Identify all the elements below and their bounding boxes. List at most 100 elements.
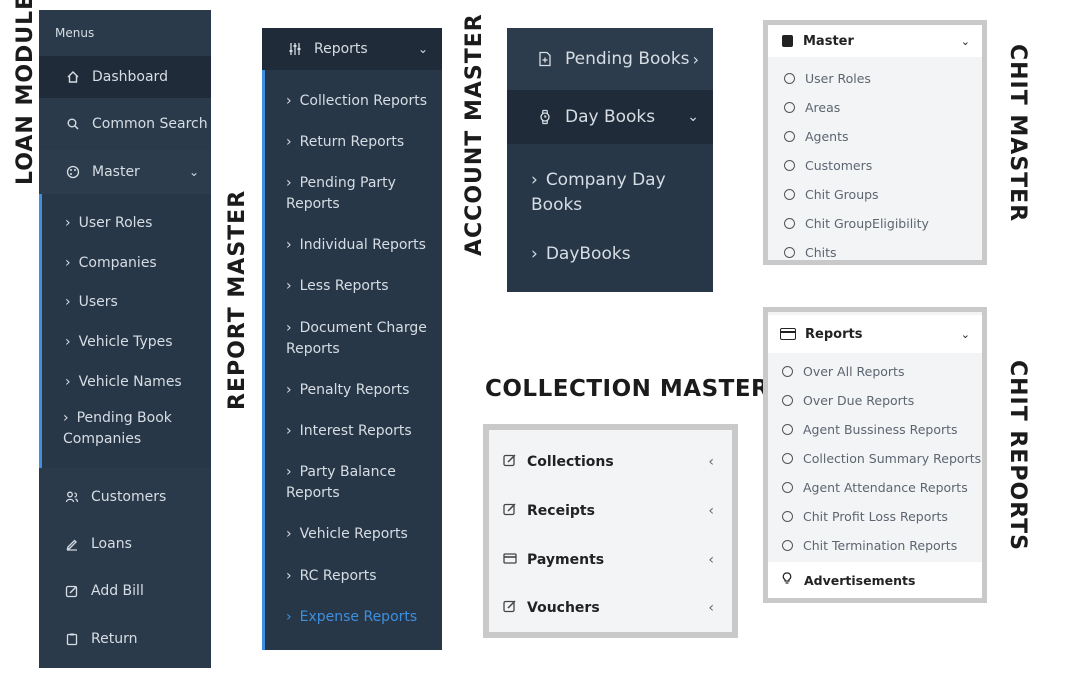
sidebar-item-daybooks[interactable]: › DayBooks [531,242,711,267]
submenu-item-users[interactable]: › Users [39,287,211,317]
report-item-individual[interactable]: › Individual Reports [286,235,436,256]
report-label-line2: Reports [286,196,340,212]
chit-report-item-over-all[interactable]: Over All Reports [768,361,982,381]
loan-module-sidebar: Menus Dashboard Common Search Master ⌄ ›… [39,10,211,668]
return-label: Return [91,631,138,647]
user-roles-label: User Roles [78,215,153,231]
item-label: Chit GroupEligibility [805,215,929,231]
pending-books-label: Pending Books [565,49,690,69]
chevron-right-icon: › [692,49,699,69]
chit-master-item-areas[interactable]: Areas [768,97,982,117]
report-item-return[interactable]: › Return Reports [286,132,436,153]
report-label: Party Balance [299,464,396,480]
sidebar-item-master[interactable]: Master ⌄ [39,150,211,194]
chit-master-item-chits[interactable]: Chits [768,242,982,262]
report-label: RC Reports [299,568,377,584]
menus-header: Menus [39,10,211,56]
master-title: Master [803,33,854,49]
chit-report-item-profit-loss[interactable]: Chit Profit Loss Reports [768,506,982,526]
report-item-interest[interactable]: › Interest Reports [286,421,436,442]
item-label: Customers [805,157,873,173]
chit-report-item-over-due[interactable]: Over Due Reports [768,390,982,410]
report-label: Penalty Reports [299,382,410,398]
item-label: Receipts [527,503,595,519]
report-item-party-balance[interactable]: › Party Balance Reports [286,462,436,504]
reports-title: Reports [314,41,368,57]
report-item-pending-party[interactable]: › Pending Party Reports [286,173,436,215]
report-label-line2: Reports [286,485,340,501]
chevron-down-icon: ⌄ [960,34,970,48]
chit-reports-panel: Reports ⌄ Over All Reports Over Due Repo… [763,307,987,603]
submenu-item-user-roles[interactable]: › User Roles [39,208,211,238]
chit-report-item-collection-summary[interactable]: Collection Summary Reports [768,448,982,468]
report-item-expense[interactable]: › Expense Reports [286,607,436,628]
credit-card-icon [503,551,517,569]
chit-master-item-chit-group-eligibility[interactable]: Chit GroupEligibility [768,213,982,233]
sidebar-item-common-search[interactable]: Common Search [39,98,211,150]
report-label-line2: Reports [286,341,340,357]
submenu-item-pending-book-companies[interactable]: › Pending Book Companies [63,408,203,450]
edit-icon [503,502,517,520]
add-bill-label: Add Bill [91,583,144,599]
reports-title: Reports [805,326,863,342]
item-label: Vouchers [527,600,600,616]
sidebar-item-loans[interactable]: Loans [39,529,211,559]
report-item-document-charge[interactable]: › Document Charge Reports [286,318,438,360]
item-label: Chit Groups [805,186,879,202]
companies-label: Companies [78,255,157,271]
collection-item-payments[interactable]: Payments ‹ [489,548,732,572]
collection-item-vouchers[interactable]: Vouchers ‹ [489,596,732,620]
report-item-less[interactable]: › Less Reports [286,276,436,297]
edit-icon [65,584,79,598]
chit-master-header[interactable]: Master ⌄ [768,25,982,57]
sidebar-item-company-day-books[interactable]: › Company Day Books [531,168,711,218]
sidebar-item-return[interactable]: Return [39,624,211,654]
chevron-left-icon: ‹ [708,503,714,519]
clipboard-icon [65,632,79,646]
reports-header[interactable]: Reports ⌄ [262,28,442,70]
circle-icon [784,188,795,200]
master-label: Master [92,164,140,180]
report-item-collection[interactable]: › Collection Reports [286,91,436,112]
active-indicator [262,28,265,650]
chevron-down-icon: ⌄ [417,42,428,56]
submenu-item-vehicle-names[interactable]: › Vehicle Names [39,367,211,397]
circle-icon [784,159,795,171]
item-label: Over All Reports [803,363,905,379]
chit-master-item-chit-groups[interactable]: Chit Groups [768,184,982,204]
report-master-sidebar: Reports ⌄ › Collection Reports › Return Re… [262,28,442,650]
chit-master-item-user-roles[interactable]: User Roles [768,68,982,88]
submenu-item-companies[interactable]: › Companies [39,248,211,278]
loans-label: Loans [91,536,132,552]
chit-master-item-customers[interactable]: Customers [768,155,982,175]
collection-item-receipts[interactable]: Receipts ‹ [489,499,732,523]
vehicle-names-label: Vehicle Names [78,374,182,390]
sidebar-item-add-bill[interactable]: Add Bill [39,576,211,606]
loan-module-label: LOAN MODULE [13,0,38,185]
report-item-penalty[interactable]: › Penalty Reports [286,380,436,401]
customers-label: Customers [91,489,167,505]
report-item-vehicle[interactable]: › Vehicle Reports [286,524,436,545]
item-label: Collections [527,454,614,470]
chit-reports-header[interactable]: Reports ⌄ [768,315,982,353]
sidebar-item-dashboard[interactable]: Dashboard [39,56,211,98]
item-label: Collection Summary Reports [803,450,982,466]
submenu-item-vehicle-types[interactable]: › Vehicle Types [39,327,211,357]
report-label: Vehicle Reports [299,526,408,542]
chit-report-item-agent-bussiness[interactable]: Agent Bussiness Reports [768,419,982,439]
sidebar-item-pending-books[interactable]: Pending Books › [507,28,713,90]
chit-report-item-termination[interactable]: Chit Termination Reports [768,535,982,555]
advertisements-label: Advertisements [804,572,916,588]
chit-master-label: CHIT MASTER [1005,44,1030,223]
chit-report-item-agent-attendance[interactable]: Agent Attendance Reports [768,477,982,497]
collection-item-collections[interactable]: Collections ‹ [489,450,732,474]
sidebar-item-customers[interactable]: Customers [39,482,211,512]
report-item-rc[interactable]: › RC Reports [286,566,436,587]
report-label: Less Reports [299,278,389,294]
file-plus-icon [537,51,553,67]
chit-reports-label: CHIT REPORTS [1005,360,1030,552]
sidebar-item-advertisements[interactable]: Advertisements [768,562,982,598]
circle-icon [784,72,795,84]
chit-master-item-agents[interactable]: Agents [768,126,982,146]
sidebar-item-day-books[interactable]: Day Books ⌄ [507,90,713,144]
